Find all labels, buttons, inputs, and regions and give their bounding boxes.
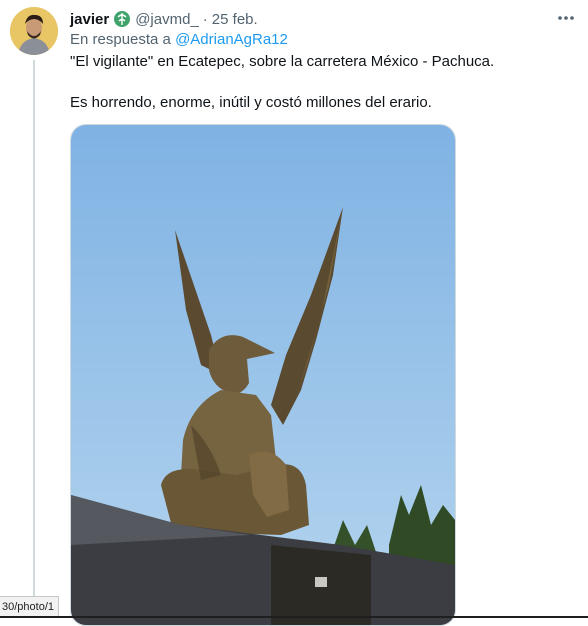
profile-badge-icon	[113, 10, 131, 28]
more-icon[interactable]	[556, 8, 576, 28]
tweet-date[interactable]: 25 feb.	[212, 11, 258, 28]
browser-status-url: 30/photo/1	[0, 596, 59, 617]
author-name[interactable]: javier	[70, 11, 109, 28]
tweet-text-line-1: "El vigilante" en Ecatepec, sobre la car…	[70, 53, 495, 70]
tweet-photo[interactable]	[70, 124, 456, 626]
reply-prefix: En respuesta a	[70, 31, 171, 48]
statue-photo	[71, 125, 455, 625]
thread-line	[33, 60, 35, 618]
tweet-header: javier @javmd_ · 25 feb.	[70, 9, 258, 29]
separator-dot: ·	[202, 10, 208, 28]
avatar[interactable]	[10, 7, 58, 55]
reply-mention-link[interactable]: @AdrianAgRa12	[175, 31, 288, 48]
tweet-text-line-2: Es horrendo, enorme, inútil y costó mill…	[70, 94, 432, 111]
reply-context: En respuesta a @AdrianAgRa12	[70, 31, 288, 48]
avatar-image	[10, 7, 58, 55]
author-handle[interactable]: @javmd_	[135, 11, 199, 28]
tweet: javier @javmd_ · 25 feb. En respuesta a …	[0, 0, 588, 626]
